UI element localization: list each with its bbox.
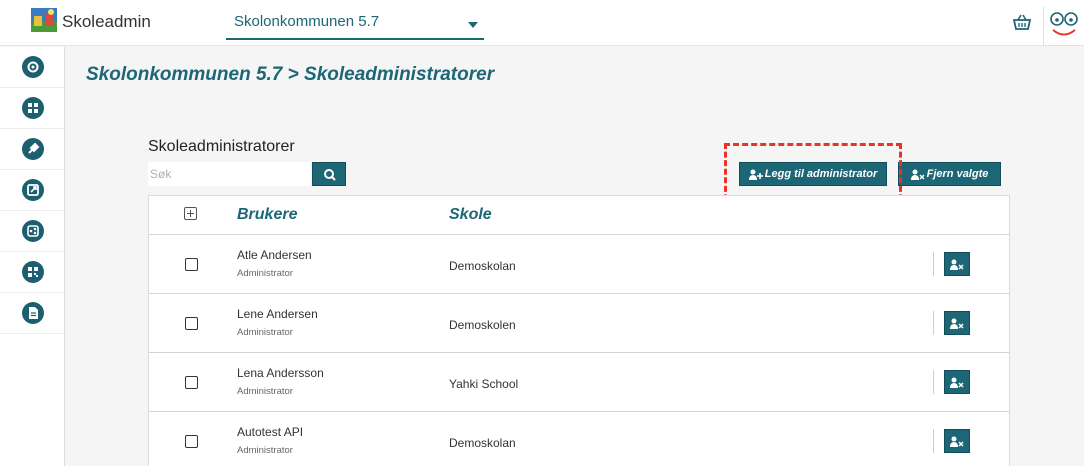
- sidebar-item-external[interactable]: [0, 170, 64, 211]
- app-logo: [31, 8, 57, 32]
- row-checkbox[interactable]: [185, 317, 198, 330]
- document-icon: [29, 307, 38, 319]
- user-remove-icon: [910, 169, 925, 180]
- sidebar-item-settings[interactable]: [0, 47, 64, 88]
- remove-user-button[interactable]: [944, 311, 970, 335]
- municipality-select-value: Skolonkommunen 5.7: [234, 13, 380, 30]
- table-row: Lena Andersson Administrator Yahki Schoo…: [149, 353, 1009, 412]
- table-row: Autotest API Administrator Demoskolan: [149, 412, 1009, 466]
- user-remove-icon: [950, 377, 964, 388]
- expand-all-icon[interactable]: [184, 207, 197, 220]
- user-remove-icon: [950, 259, 964, 270]
- row-divider: [933, 370, 934, 394]
- row-checkbox[interactable]: [185, 258, 198, 271]
- page-title: Skolonkommunen 5.7 > Skoleadministratore…: [86, 64, 495, 85]
- table-row: Lene Andersen Administrator Demoskolen: [149, 294, 1009, 353]
- gear-icon: [27, 61, 39, 73]
- user-school: Demoskolan: [449, 259, 516, 273]
- add-admin-button-label: Legg til administrator: [764, 168, 878, 180]
- table-header: Brukere Skole: [149, 196, 1009, 235]
- remove-user-button[interactable]: [944, 252, 970, 276]
- user-name: Lena Andersson: [237, 366, 324, 380]
- app-name: Skoleadmin: [62, 12, 151, 31]
- user-school: Yahki School: [449, 377, 519, 391]
- sidebar-item-qr[interactable]: [0, 252, 64, 293]
- sidebar-item-documents[interactable]: [0, 293, 64, 334]
- section-title: Skoleadministratorer: [148, 138, 295, 155]
- qr-code-icon: [28, 267, 38, 277]
- user-add-icon: [748, 169, 763, 180]
- row-divider: [933, 311, 934, 335]
- search-icon: [324, 169, 336, 181]
- face-icon: [1050, 12, 1078, 36]
- admin-table: Brukere Skole Atle Andersen Administrato…: [148, 195, 1010, 466]
- user-school: Demoskolan: [449, 436, 516, 450]
- remove-selected-button[interactable]: Fjern valgte: [898, 162, 1001, 186]
- sidebar-item-dashboard[interactable]: [0, 88, 64, 129]
- user-school: Demoskolen: [449, 318, 516, 332]
- user-avatar[interactable]: [1043, 6, 1084, 46]
- remove-user-button[interactable]: [944, 370, 970, 394]
- row-divider: [933, 252, 934, 276]
- basket-icon[interactable]: [1012, 13, 1032, 31]
- search-input[interactable]: [148, 162, 310, 186]
- row-divider: [933, 429, 934, 453]
- external-link-icon: [27, 184, 39, 196]
- row-checkbox[interactable]: [185, 376, 198, 389]
- user-remove-icon: [950, 436, 964, 447]
- user-name: Atle Andersen: [237, 248, 312, 262]
- user-role: Administrator: [237, 445, 293, 456]
- user-role: Administrator: [237, 268, 293, 279]
- remove-user-button[interactable]: [944, 429, 970, 453]
- sidebar-item-share[interactable]: [0, 211, 64, 252]
- row-checkbox[interactable]: [185, 435, 198, 448]
- user-role: Administrator: [237, 386, 293, 397]
- add-admin-button[interactable]: Legg til administrator: [739, 162, 887, 186]
- top-bar: Skoleadmin Skolonkommunen 5.7: [0, 0, 1084, 46]
- sidebar-item-integrations[interactable]: [0, 129, 64, 170]
- user-remove-icon: [950, 318, 964, 329]
- chevron-down-icon: [468, 22, 478, 28]
- municipality-select[interactable]: Skolonkommunen 5.7: [226, 8, 484, 40]
- remove-selected-button-label: Fjern valgte: [926, 168, 989, 180]
- column-header-school[interactable]: Skole: [449, 206, 492, 224]
- search-button[interactable]: [312, 162, 346, 186]
- user-name: Lene Andersen: [237, 307, 318, 321]
- sidebar: [0, 47, 65, 466]
- user-role: Administrator: [237, 327, 293, 338]
- column-header-users[interactable]: Brukere: [237, 206, 297, 224]
- grid-icon: [28, 103, 38, 113]
- user-name: Autotest API: [237, 425, 304, 439]
- table-row: Atle Andersen Administrator Demoskolan: [149, 235, 1009, 294]
- plug-icon: [28, 142, 40, 154]
- share-icon: [27, 225, 39, 237]
